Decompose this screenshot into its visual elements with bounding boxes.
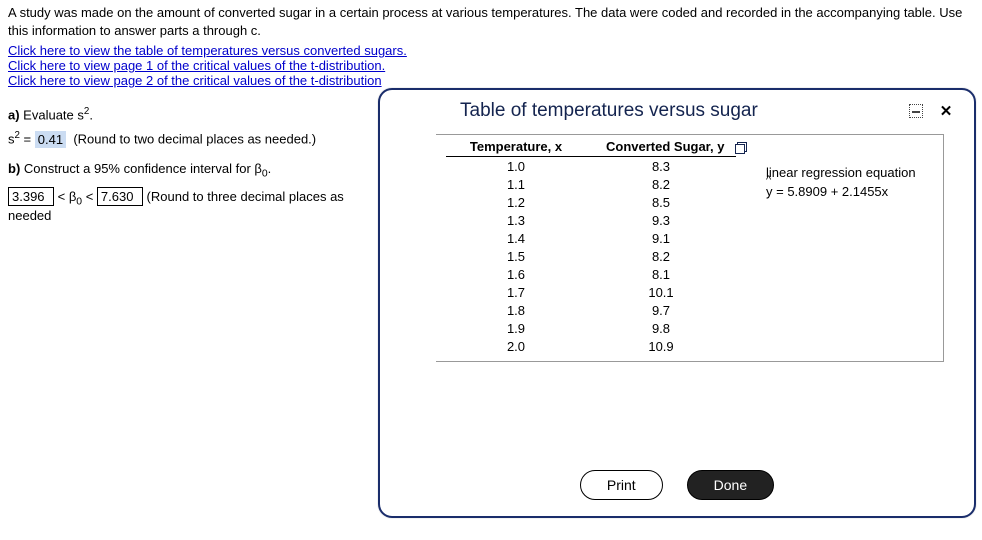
- col-header-y: Converted Sugar, y: [586, 137, 736, 157]
- part-a-label: a): [8, 107, 23, 122]
- cell-x: 1.9: [446, 319, 586, 337]
- cell-x: 1.7: [446, 283, 586, 301]
- cell-y: 8.1: [586, 265, 736, 283]
- cell-x: 1.1: [446, 175, 586, 193]
- col-header-y-text: Converted Sugar, y: [606, 139, 724, 154]
- part-b-label: b): [8, 161, 24, 176]
- part-a-answer[interactable]: 0.41: [35, 131, 66, 148]
- part-b-answer-line: 3.396 < β0 < 7.630 (Round to three decim…: [8, 187, 362, 223]
- beta-lt-right: <: [82, 189, 97, 204]
- print-button[interactable]: Print: [580, 470, 663, 500]
- part-a-hint: (Round to two decimal places as needed.): [73, 132, 316, 147]
- cell-y: 10.9: [586, 337, 736, 355]
- cell-x: 1.2: [446, 193, 586, 211]
- cell-x: 1.3: [446, 211, 586, 229]
- cell-x: 2.0: [446, 337, 586, 355]
- regression-info: linear regression equation y = 5.8909 + …: [736, 137, 916, 355]
- cell-y: 9.7: [586, 301, 736, 319]
- cell-x: 1.8: [446, 301, 586, 319]
- cell-x: 1.6: [446, 265, 586, 283]
- ci-lower-input[interactable]: 3.396: [8, 187, 54, 206]
- copy-table-icon[interactable]: [734, 142, 748, 154]
- part-a-text: Evaluate s: [23, 107, 84, 122]
- done-button[interactable]: Done: [687, 470, 774, 500]
- beta-lt-left: < β: [54, 189, 76, 204]
- cell-y: 10.1: [586, 283, 736, 301]
- problem-intro: A study was made on the amount of conver…: [0, 0, 982, 41]
- cell-y: 8.5: [586, 193, 736, 211]
- cell-y: 9.8: [586, 319, 736, 337]
- cell-y: 8.2: [586, 175, 736, 193]
- y-hat: y: [766, 184, 773, 199]
- part-a-answer-line: s2 = 0.41 (Round to two decimal places a…: [8, 130, 362, 146]
- data-table-modal: Table of temperatures versus sugar ✕ Tem…: [378, 88, 976, 518]
- cell-x: 1.0: [446, 157, 586, 175]
- cell-x: 1.4: [446, 229, 586, 247]
- minimize-icon[interactable]: [906, 101, 926, 121]
- link-tdist-page1[interactable]: Click here to view page 1 of the critica…: [8, 58, 385, 73]
- cell-y: 9.1: [586, 229, 736, 247]
- ci-upper-input[interactable]: 7.630: [97, 187, 143, 206]
- cell-y: 8.3: [586, 157, 736, 175]
- regression-equation: = 5.8909 + 2.1455x: [773, 184, 889, 199]
- link-tdist-page2[interactable]: Click here to view page 2 of the critica…: [8, 73, 382, 88]
- part-b-prompt: b) Construct a 95% confidence interval f…: [8, 161, 362, 180]
- regression-label: linear regression equation: [766, 165, 916, 180]
- cell-y: 9.3: [586, 211, 736, 229]
- link-table[interactable]: Click here to view the table of temperat…: [8, 43, 407, 58]
- col-header-x: Temperature, x: [446, 137, 586, 157]
- equals-sign: =: [20, 132, 35, 147]
- cell-y: 8.2: [586, 247, 736, 265]
- reference-links: Click here to view the table of temperat…: [0, 41, 982, 94]
- part-b-text: Construct a 95% confidence interval for …: [24, 161, 262, 176]
- cell-x: 1.5: [446, 247, 586, 265]
- part-a-prompt: a) Evaluate s2.: [8, 106, 362, 122]
- modal-title: Table of temperatures versus sugar: [460, 100, 758, 122]
- data-table: Temperature, x 1.01.11.21.31.41.51.61.71…: [436, 134, 944, 362]
- close-icon[interactable]: ✕: [936, 101, 956, 121]
